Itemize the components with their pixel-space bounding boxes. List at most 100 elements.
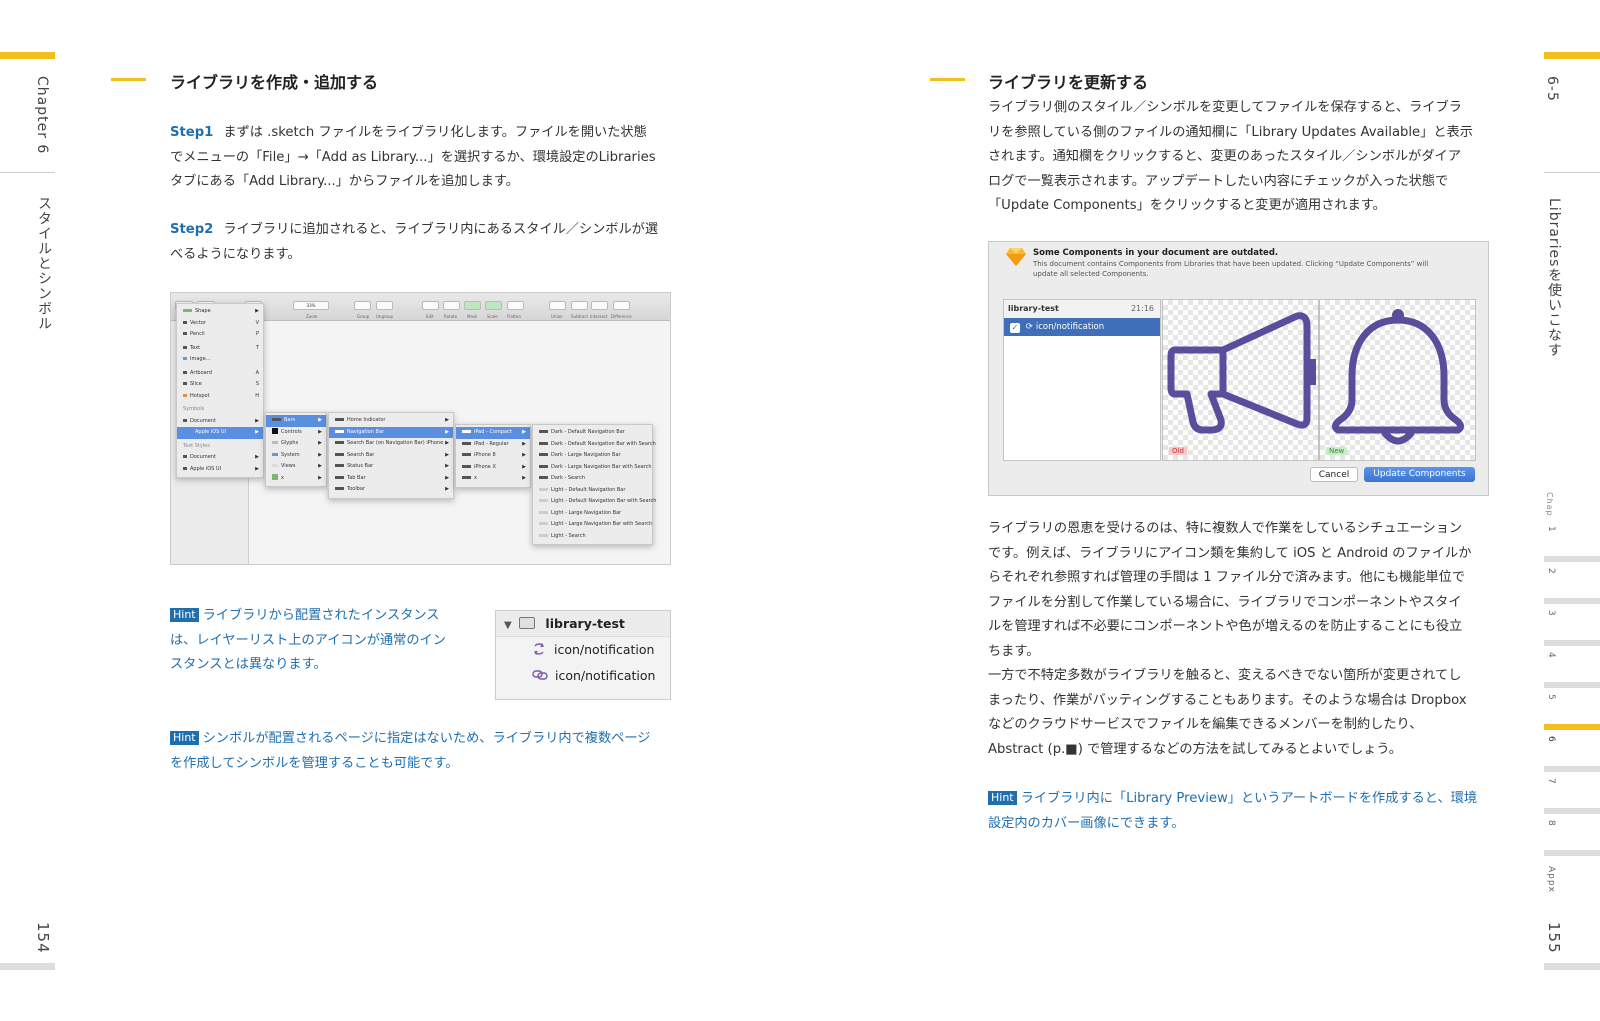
nav-item[interactable]: iPad - Regular ▶ [456,439,530,451]
chapter-index-5[interactable]: 5 [1546,694,1556,701]
menu-image[interactable]: Image... [177,354,263,366]
bars-item[interactable]: Search Bar (on Navigation Bar) iPhone ▶ [329,438,453,450]
group-label: Group [357,314,370,319]
submenu-controls[interactable]: Controls ▶ [266,427,326,439]
chapter-index-6-active[interactable]: 6 [1546,736,1556,743]
bar-icon [462,464,471,468]
bars-item[interactable]: Home Indicator ▶ [329,415,453,427]
symbol-item[interactable]: Dark - Search [533,473,652,485]
library-symbol-icon: ⟳ [1025,322,1033,332]
menu-text-apple-ios-ui[interactable]: Apple iOS UI ▶ [177,464,263,476]
layer-row-symbol-instance[interactable]: icon/notification [496,663,670,689]
chapter-index-2[interactable]: 2 [1546,568,1556,575]
chapter-index-1[interactable]: 1 [1546,526,1556,533]
symbol-item[interactable]: Light - Default Navigation Bar [533,485,652,497]
scale-button[interactable] [485,301,502,310]
rotate-button[interactable] [443,301,460,310]
disclosure-triangle-icon[interactable]: ▼ [504,620,512,631]
bar-icon [335,464,344,467]
nav-item[interactable]: iPhone X ▶ [456,462,530,474]
index-tick [1544,766,1600,772]
submenu-system[interactable]: System ▶ [266,450,326,462]
hint-badge: Hint [170,608,199,622]
right-bottom-bar [1544,963,1600,970]
layer-row-library-instance[interactable]: icon/notification [496,637,670,663]
chapter-index-appx[interactable]: Appx [1546,866,1556,893]
menu-pencil[interactable]: Pencil P [177,329,263,341]
zoom-control[interactable]: 33% [293,301,329,310]
step1-label: Step1 [170,125,214,140]
symbol-item[interactable]: Dark - Large Navigation Bar with Search [533,462,652,474]
bars-submenu: Home Indicator ▶ Navigation Bar ▶ Search B… [328,412,454,499]
update-components-dialog: Some Components in your document are out… [988,241,1489,496]
symbol-item[interactable]: Light - Large Navigation Bar with Search [533,519,652,531]
symbol-item[interactable]: Dark - Default Navigation Bar with Searc… [533,439,656,451]
update-components-button[interactable]: Update Components [1364,467,1475,482]
mask-button[interactable] [464,301,481,310]
chapter-index-4[interactable]: 4 [1546,652,1556,659]
symbol-item[interactable]: Light - Default Navigation Bar with Sear… [533,496,656,508]
submenu-glyphs[interactable]: Glyphs ▶ [266,438,326,450]
symbol-item[interactable]: Dark - Default Navigation Bar [533,427,652,439]
component-row[interactable]: ✓ ⟳ icon/notification [1004,318,1160,336]
bars-item[interactable]: Status Bar ▶ [329,461,453,473]
menu-text[interactable]: Text T [177,343,263,355]
bar-icon [335,429,344,433]
menu-vector[interactable]: Vector V [177,318,263,330]
union-button[interactable] [549,301,566,310]
menu-apple-ios-ui[interactable]: Apple iOS UI ▶ [177,427,263,439]
step2-paragraph: Step2 ライブラリに追加されると、ライブラリ内にあるスタイル／シンボルが選 べ… [170,218,670,267]
submenu-x[interactable]: x ▶ [266,473,326,485]
symbol-item[interactable]: Dark - Large Navigation Bar [533,450,652,462]
menu-text-document[interactable]: Document ▶ [177,452,263,464]
nav-item[interactable]: iPhone 8 ▶ [456,450,530,462]
bar-icon [462,430,471,433]
right-top-accent-bar [1544,52,1600,59]
nav-item[interactable]: iPad - Compact ▶ [456,427,530,439]
bars-item[interactable]: Navigation Bar ▶ [329,426,453,438]
chapter-index-7[interactable]: 7 [1546,778,1556,785]
ungroup-button[interactable] [376,301,393,310]
chapter-label: Chapter 6 [34,76,50,155]
left-top-accent-bar [0,52,55,59]
chapter-title: スタイルとシンボル [36,196,52,331]
submenu-views[interactable]: Views ▶ [266,461,326,473]
index-tick [1544,556,1600,562]
edit-button[interactable] [422,301,439,310]
chapter-index-header: Chap [1545,492,1554,517]
x-icon [272,474,278,480]
menu-shape[interactable]: Shape ▶ [177,306,263,318]
subtract-button[interactable] [571,301,588,310]
difference-button[interactable] [613,301,630,310]
intersect-button[interactable] [591,301,608,310]
right-paragraph-1: ライブラリ側のスタイル／シンボルを変更してファイルを保存すると、ライブラ リを参… [988,100,1473,213]
symbol-item[interactable]: Light - Search [533,531,652,543]
bar-icon [539,476,548,479]
left-heading: ライブラリを作成・追加する [170,73,379,92]
artboard-icon [183,370,187,374]
menu-symbols-document[interactable]: Document ▶ [177,416,263,428]
menu-section-text-styles: Text Styles [183,442,210,449]
symbol-item[interactable]: Light - Large Navigation Bar [533,508,652,520]
layer-group-row[interactable]: ▼ library-test [496,611,670,637]
menu-slice[interactable]: Slice S [177,379,263,391]
text-style-icon [183,455,187,458]
page-icon [519,617,536,629]
bars-item[interactable]: Toolbar ▶ [329,484,453,496]
chapter-index-3[interactable]: 3 [1546,610,1556,617]
checkbox[interactable]: ✓ [1010,323,1020,333]
menu-artboard[interactable]: Artboard A [177,368,263,380]
chapter-index-8[interactable]: 8 [1546,820,1556,827]
group-button[interactable] [354,301,371,310]
library-time: 21:16 [1130,304,1154,313]
bars-item[interactable]: Tab Bar ▶ [329,473,453,485]
flatten-button[interactable] [507,301,524,310]
cancel-button[interactable]: Cancel [1310,467,1358,482]
menu-hotspot[interactable]: Hotspot H [177,391,263,403]
step1-line: タブにある「Add Library...」からファイルを追加します。 [170,174,519,189]
nav-item[interactable]: x ▶ [456,473,530,485]
submenu-bars[interactable]: Bars ▶ [266,415,326,427]
right-heading: ライブラリを更新する [988,73,1149,92]
bars-item[interactable]: Search Bar ▶ [329,450,453,462]
index-tick [1544,808,1600,814]
